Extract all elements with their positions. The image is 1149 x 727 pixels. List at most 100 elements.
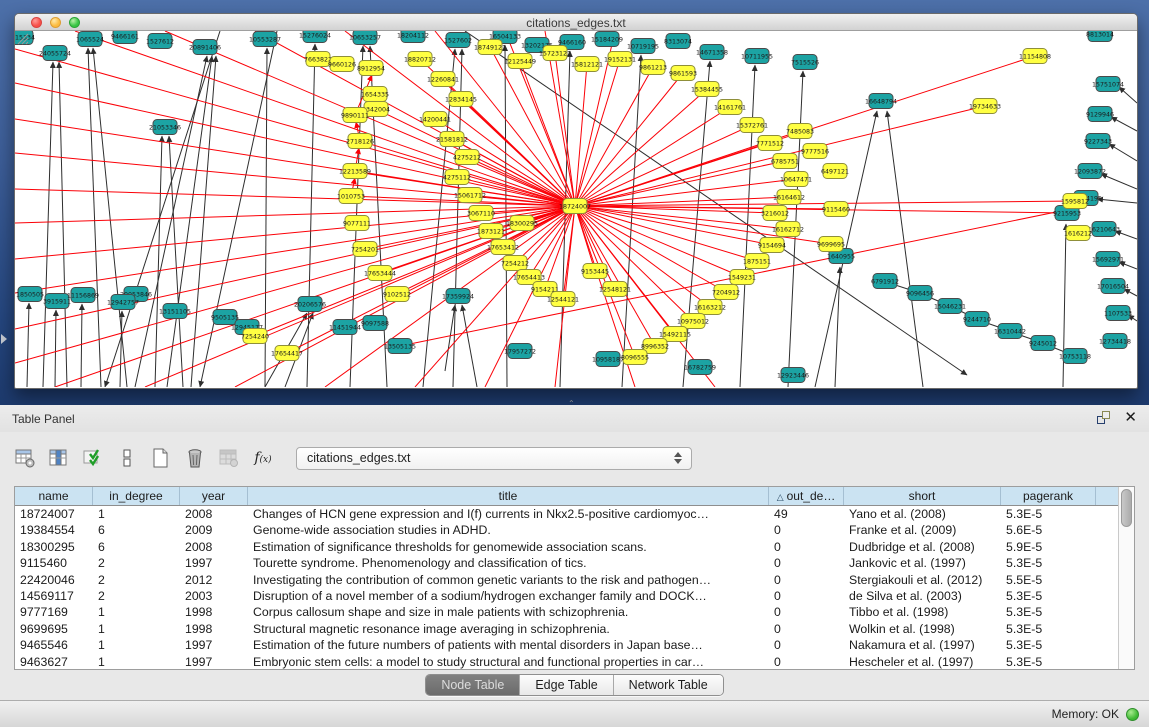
table-row[interactable]: 1872400712008Changes of HCN gene express… bbox=[15, 506, 1118, 522]
network-node[interactable]: 16782759 bbox=[684, 360, 716, 375]
network-node[interactable]: 16310442 bbox=[994, 324, 1026, 339]
network-node[interactable]: 11156869 bbox=[67, 288, 99, 303]
network-node[interactable]: 19152131 bbox=[604, 52, 636, 67]
network-node[interactable]: 18820712 bbox=[404, 52, 436, 67]
network-node[interactable]: 15751074 bbox=[1092, 77, 1124, 92]
network-node[interactable]: 9154694 bbox=[758, 238, 786, 253]
network-node[interactable]: 10958187 bbox=[592, 352, 624, 367]
network-node[interactable]: 1107533 bbox=[1104, 306, 1132, 321]
resize-grip[interactable] bbox=[15, 31, 29, 45]
network-node[interactable]: 10711955 bbox=[741, 49, 773, 64]
tab-network-table[interactable]: Network Table bbox=[614, 675, 723, 695]
network-node[interactable]: 10719195 bbox=[627, 39, 659, 54]
network-node[interactable]: 16163212 bbox=[694, 300, 726, 315]
network-node[interactable]: 20206576 bbox=[294, 297, 326, 312]
network-node[interactable]: 15372761 bbox=[736, 118, 768, 133]
network-node[interactable]: 1065524 bbox=[76, 32, 104, 47]
network-node[interactable]: 12548121 bbox=[599, 282, 631, 297]
network-node[interactable]: 19734633 bbox=[969, 99, 1001, 114]
network-node[interactable]: 3067110 bbox=[467, 206, 495, 221]
network-node[interactable]: 9244710 bbox=[963, 312, 991, 327]
network-node[interactable]: 1527612 bbox=[146, 34, 174, 49]
network-node[interactable]: 1549231 bbox=[728, 270, 756, 285]
network-node[interactable]: 9861593 bbox=[669, 66, 697, 81]
tab-node-table[interactable]: Node Table bbox=[426, 675, 520, 695]
network-node[interactable]: 18749121 bbox=[474, 40, 506, 55]
network-node[interactable]: 13505135 bbox=[384, 339, 416, 354]
column-header-out_de[interactable]: △out_de… bbox=[769, 487, 844, 505]
network-canvas[interactable]: 2015334240557241065524946616115276122089… bbox=[15, 31, 1137, 387]
network-node[interactable]: 18204112 bbox=[397, 31, 429, 43]
network-node[interactable]: 1654335 bbox=[361, 87, 389, 102]
network-node[interactable]: 1875151 bbox=[743, 254, 771, 269]
network-node[interactable]: 14200441 bbox=[419, 112, 451, 127]
network-node[interactable]: 17654417 bbox=[271, 346, 303, 361]
table-row[interactable]: 977716911998Corpus callosum shape and si… bbox=[15, 604, 1118, 620]
network-node[interactable]: 9660126 bbox=[328, 57, 356, 72]
network-node[interactable]: 16162712 bbox=[772, 222, 804, 237]
network-node[interactable]: 9102512 bbox=[383, 287, 411, 302]
network-node[interactable]: 9129946 bbox=[1086, 107, 1114, 122]
table-row[interactable]: 1456911722003Disruption of a novel membe… bbox=[15, 588, 1118, 604]
close-panel-icon[interactable]: ✕ bbox=[1124, 410, 1137, 425]
network-node[interactable]: 12093872 bbox=[1074, 164, 1106, 179]
network-node[interactable]: 9466161 bbox=[111, 31, 139, 44]
collapsed-panel-handle[interactable] bbox=[1, 334, 7, 344]
network-node[interactable]: 6785751 bbox=[771, 154, 799, 169]
network-node[interactable]: 15184209 bbox=[591, 32, 623, 47]
network-node[interactable]: 18300295 bbox=[506, 216, 538, 231]
network-node[interactable]: 16210643 bbox=[1088, 222, 1120, 237]
table-settings-icon[interactable] bbox=[10, 443, 40, 473]
network-node[interactable]: 17653444 bbox=[364, 266, 396, 281]
network-node[interactable]: 21581812 bbox=[436, 132, 468, 147]
network-node[interactable]: 13151105 bbox=[159, 304, 191, 319]
network-node[interactable]: 1527602 bbox=[444, 33, 472, 48]
network-node[interactable]: 9153445 bbox=[581, 264, 609, 279]
float-panel-icon[interactable] bbox=[1097, 411, 1110, 424]
network-node[interactable]: 7254201 bbox=[351, 242, 379, 257]
network-node[interactable]: 12923446 bbox=[777, 368, 809, 383]
network-node[interactable]: 3216012 bbox=[761, 206, 789, 221]
network-node[interactable]: 15384455 bbox=[691, 82, 723, 97]
network-node[interactable]: 24055724 bbox=[39, 46, 71, 61]
network-node[interactable]: 15046231 bbox=[934, 299, 966, 314]
network-node[interactable]: 9096456 bbox=[906, 286, 934, 301]
network-node[interactable]: 9890111 bbox=[341, 108, 369, 123]
network-node[interactable]: 7254212 bbox=[501, 256, 529, 271]
network-node[interactable]: 12834145 bbox=[445, 92, 477, 107]
network-node[interactable]: 1595812 bbox=[1061, 194, 1089, 209]
network-node[interactable]: 9097588 bbox=[361, 316, 389, 331]
network-node[interactable]: 6497121 bbox=[821, 164, 849, 179]
delete-table-icon[interactable] bbox=[180, 443, 210, 473]
network-node[interactable]: 1616212 bbox=[1064, 226, 1092, 241]
network-node[interactable]: 17016504 bbox=[1097, 279, 1129, 294]
column-header-short[interactable]: short bbox=[844, 487, 1001, 505]
function-builder-icon[interactable]: f(x) bbox=[248, 443, 278, 473]
select-columns-icon[interactable] bbox=[78, 443, 108, 473]
table-row[interactable]: 2242004622012Investigating the contribut… bbox=[15, 572, 1118, 588]
network-node[interactable]: 10753118 bbox=[1059, 349, 1091, 364]
vertical-scrollbar[interactable] bbox=[1118, 487, 1134, 669]
network-node[interactable]: 17359924 bbox=[442, 289, 474, 304]
network-node[interactable]: 10553287 bbox=[249, 32, 281, 47]
table-row[interactable]: 969969511998Structural magnetic resonanc… bbox=[15, 621, 1118, 637]
network-node[interactable]: 15812121 bbox=[571, 57, 603, 72]
network-node[interactable]: 7204912 bbox=[712, 285, 740, 300]
scrollbar-thumb[interactable] bbox=[1121, 489, 1132, 527]
network-node[interactable]: 15061712 bbox=[454, 188, 486, 203]
network-graph[interactable]: 2015334240557241065524946616115276122089… bbox=[15, 31, 1137, 387]
column-header-year[interactable]: year bbox=[180, 487, 248, 505]
tab-edge-table[interactable]: Edge Table bbox=[520, 675, 613, 695]
network-node[interactable]: 15276024 bbox=[299, 31, 331, 43]
network-node[interactable]: 21053346 bbox=[149, 120, 181, 135]
import-table-icon[interactable] bbox=[214, 443, 244, 473]
network-node[interactable]: 15723121 bbox=[539, 46, 571, 61]
network-node[interactable]: 16164612 bbox=[773, 190, 805, 205]
network-node[interactable]: 9245012 bbox=[1029, 336, 1057, 351]
column-header-in_degree[interactable]: in_degree bbox=[93, 487, 180, 505]
new-table-icon[interactable] bbox=[146, 443, 176, 473]
network-node[interactable]: 20891406 bbox=[189, 40, 221, 55]
network-node[interactable]: 9077111 bbox=[343, 216, 371, 231]
network-node[interactable]: 12734418 bbox=[1099, 334, 1131, 349]
table-row[interactable]: 946362711997Embryonic stem cells: a mode… bbox=[15, 654, 1118, 670]
